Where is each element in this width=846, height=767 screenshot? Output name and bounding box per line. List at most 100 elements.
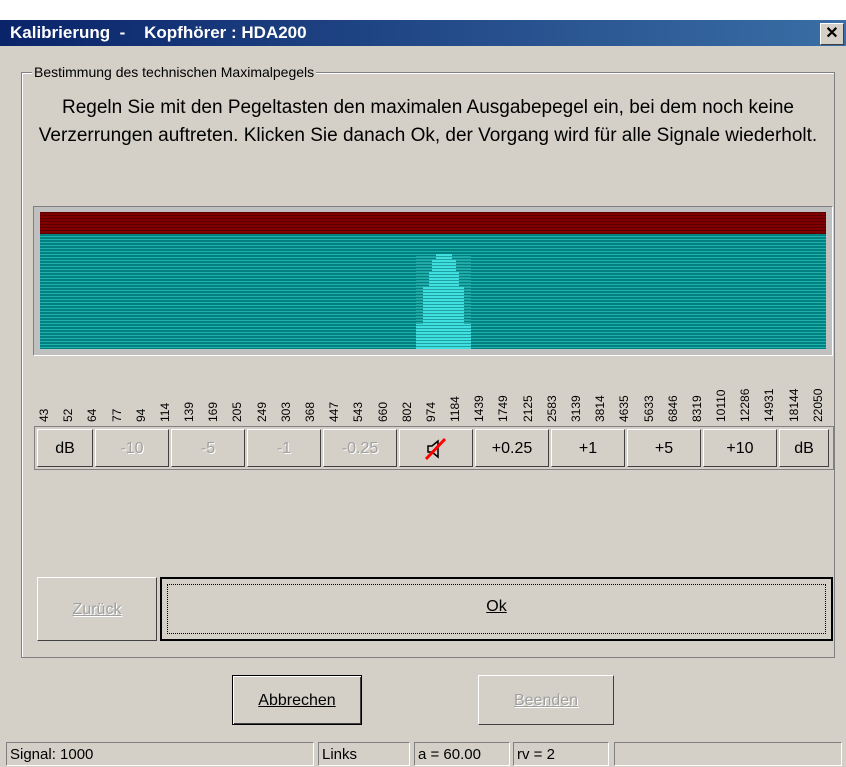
close-button[interactable]: ✕ — [820, 23, 844, 45]
frequency-label-text: 543 — [351, 401, 365, 422]
frequency-label-text: 3139 — [569, 395, 583, 422]
frequency-label: 1184 — [446, 360, 462, 422]
frequency-label-text: 2583 — [545, 395, 559, 422]
frequency-label: 249 — [253, 360, 269, 422]
frequency-label-text: 3814 — [593, 395, 607, 422]
frequency-label: 8319 — [688, 360, 704, 422]
frequency-label-text: 12286 — [738, 388, 752, 422]
frequency-label-text: 1184 — [448, 396, 462, 422]
status-bar: Signal: 1000 Links a = 60.00 rv = 2 — [0, 741, 846, 767]
ok-button[interactable]: Ok — [160, 577, 833, 641]
frequency-label-text: 2125 — [521, 395, 535, 422]
frequency-label-text: 1749 — [496, 395, 510, 422]
back-button-label: Zurück — [72, 601, 122, 618]
level-button-label: +1 — [578, 440, 598, 457]
calibration-window: Kalibrierung - Kopfhörer : HDA200 ✕ Best… — [0, 0, 846, 767]
frequency-label: 802 — [398, 360, 414, 422]
frequency-label: 5633 — [640, 360, 656, 422]
title-bar: Kalibrierung - Kopfhörer : HDA200 ✕ — [0, 20, 846, 46]
level-button-label: -5 — [200, 440, 216, 457]
frequency-label: 4635 — [615, 360, 631, 422]
frequency-label: 3814 — [591, 360, 607, 422]
level-button-label: +10 — [726, 440, 754, 457]
close-icon: ✕ — [825, 25, 839, 42]
level-button-label: +0.25 — [491, 440, 533, 457]
status-signal: Signal: 1000 — [6, 742, 314, 766]
signal-bar — [416, 324, 471, 349]
frequency-label-text: 52 — [61, 408, 75, 422]
frequency-label: 169 — [204, 360, 220, 422]
frequency-label-text: 139 — [182, 401, 196, 422]
frequency-label: 543 — [349, 360, 365, 422]
frequency-label-text: 114 — [158, 402, 172, 422]
status-a-value: a = 60.00 — [414, 742, 510, 766]
frequency-label-text: 205 — [230, 401, 244, 422]
level-button-minus5[interactable]: -5 — [171, 429, 245, 467]
level-button-plus0.25[interactable]: +0.25 — [475, 429, 549, 467]
level-button-plus10[interactable]: +10 — [703, 429, 777, 467]
level-button-label: -10 — [120, 440, 144, 457]
status-extra — [614, 742, 842, 766]
spectrum-display — [33, 206, 833, 356]
frequency-label-text: 22050 — [811, 388, 825, 422]
frequency-label-text: 660 — [376, 401, 390, 422]
frequency-label: 447 — [325, 360, 341, 422]
level-button-label: dB — [55, 440, 75, 457]
level-button-row: dB -10 -5 -1 -0.25 +0.25 +1 +5 +10 dB — [34, 426, 834, 470]
top-strip — [0, 0, 846, 20]
frequency-label-text: 974 — [424, 401, 438, 422]
back-button[interactable]: Zurück — [37, 577, 157, 641]
level-button-minus10[interactable]: -10 — [95, 429, 169, 467]
frequency-label: 1439 — [470, 360, 486, 422]
cancel-button[interactable]: Abbrechen — [232, 675, 362, 725]
level-button-label: dB — [794, 440, 814, 457]
frequency-label: 14931 — [760, 360, 776, 422]
level-button-plus5[interactable]: +5 — [627, 429, 701, 467]
instruction-text: Regeln Sie mit den Pegeltasten den maxim… — [38, 97, 818, 146]
frequency-label: 94 — [132, 360, 148, 422]
frequency-label-text: 18144 — [787, 388, 801, 422]
frequency-label-text: 802 — [400, 401, 414, 422]
frequency-label: 139 — [180, 360, 196, 422]
frequency-label-text: 1439 — [472, 395, 486, 422]
frequency-label-text: 10110 — [714, 389, 728, 422]
frequency-labels: 43 52 64 77 94 114 139 169 205 249 303 368 447 543 660… — [33, 360, 831, 422]
frequency-label: 114 — [156, 360, 172, 422]
level-button-label: +5 — [654, 440, 674, 457]
frequency-label: 2583 — [543, 360, 559, 422]
level-button-minus1[interactable]: -1 — [247, 429, 321, 467]
frequency-label-text: 77 — [110, 408, 124, 422]
level-button-minus0.25[interactable]: -0.25 — [323, 429, 397, 467]
frequency-label-text: 8319 — [690, 395, 704, 422]
cancel-button-label: Abbrechen — [258, 692, 336, 709]
frequency-label: 2125 — [519, 360, 535, 422]
level-button-plus1[interactable]: +1 — [551, 429, 625, 467]
status-rv-value: rv = 2 — [513, 742, 609, 766]
finish-button-label: Beenden — [513, 692, 579, 709]
frequency-label-text: 4635 — [617, 395, 631, 422]
frequency-label: 10110 — [712, 360, 728, 422]
frequency-label: 52 — [59, 360, 75, 422]
mute-button[interactable] — [399, 429, 473, 467]
frequency-label-text: 6846 — [666, 395, 680, 422]
level-button-db-right[interactable]: dB — [779, 429, 829, 467]
window-title: Kalibrierung - Kopfhörer : HDA200 — [10, 23, 307, 42]
frequency-label: 974 — [422, 360, 438, 422]
frequency-label: 6846 — [664, 360, 680, 422]
frequency-label-text: 64 — [85, 408, 99, 422]
frequency-label: 1749 — [494, 360, 510, 422]
mute-icon — [424, 437, 447, 460]
frequency-label: 22050 — [809, 360, 825, 422]
frequency-label-text: 368 — [303, 401, 317, 422]
frequency-label: 64 — [83, 360, 99, 422]
frequency-label: 660 — [374, 360, 390, 422]
group-label: Bestimmung des technischen Maximalpegels — [32, 64, 317, 80]
frequency-label: 205 — [228, 360, 244, 422]
frequency-label-text: 94 — [134, 408, 148, 422]
frequency-label: 18144 — [785, 360, 801, 422]
status-side: Links — [318, 742, 410, 766]
finish-button[interactable]: Beenden — [478, 675, 614, 725]
level-button-db-left[interactable]: dB — [37, 429, 93, 467]
frequency-label-text: 303 — [279, 401, 293, 422]
frequency-label: 43 — [35, 360, 51, 422]
